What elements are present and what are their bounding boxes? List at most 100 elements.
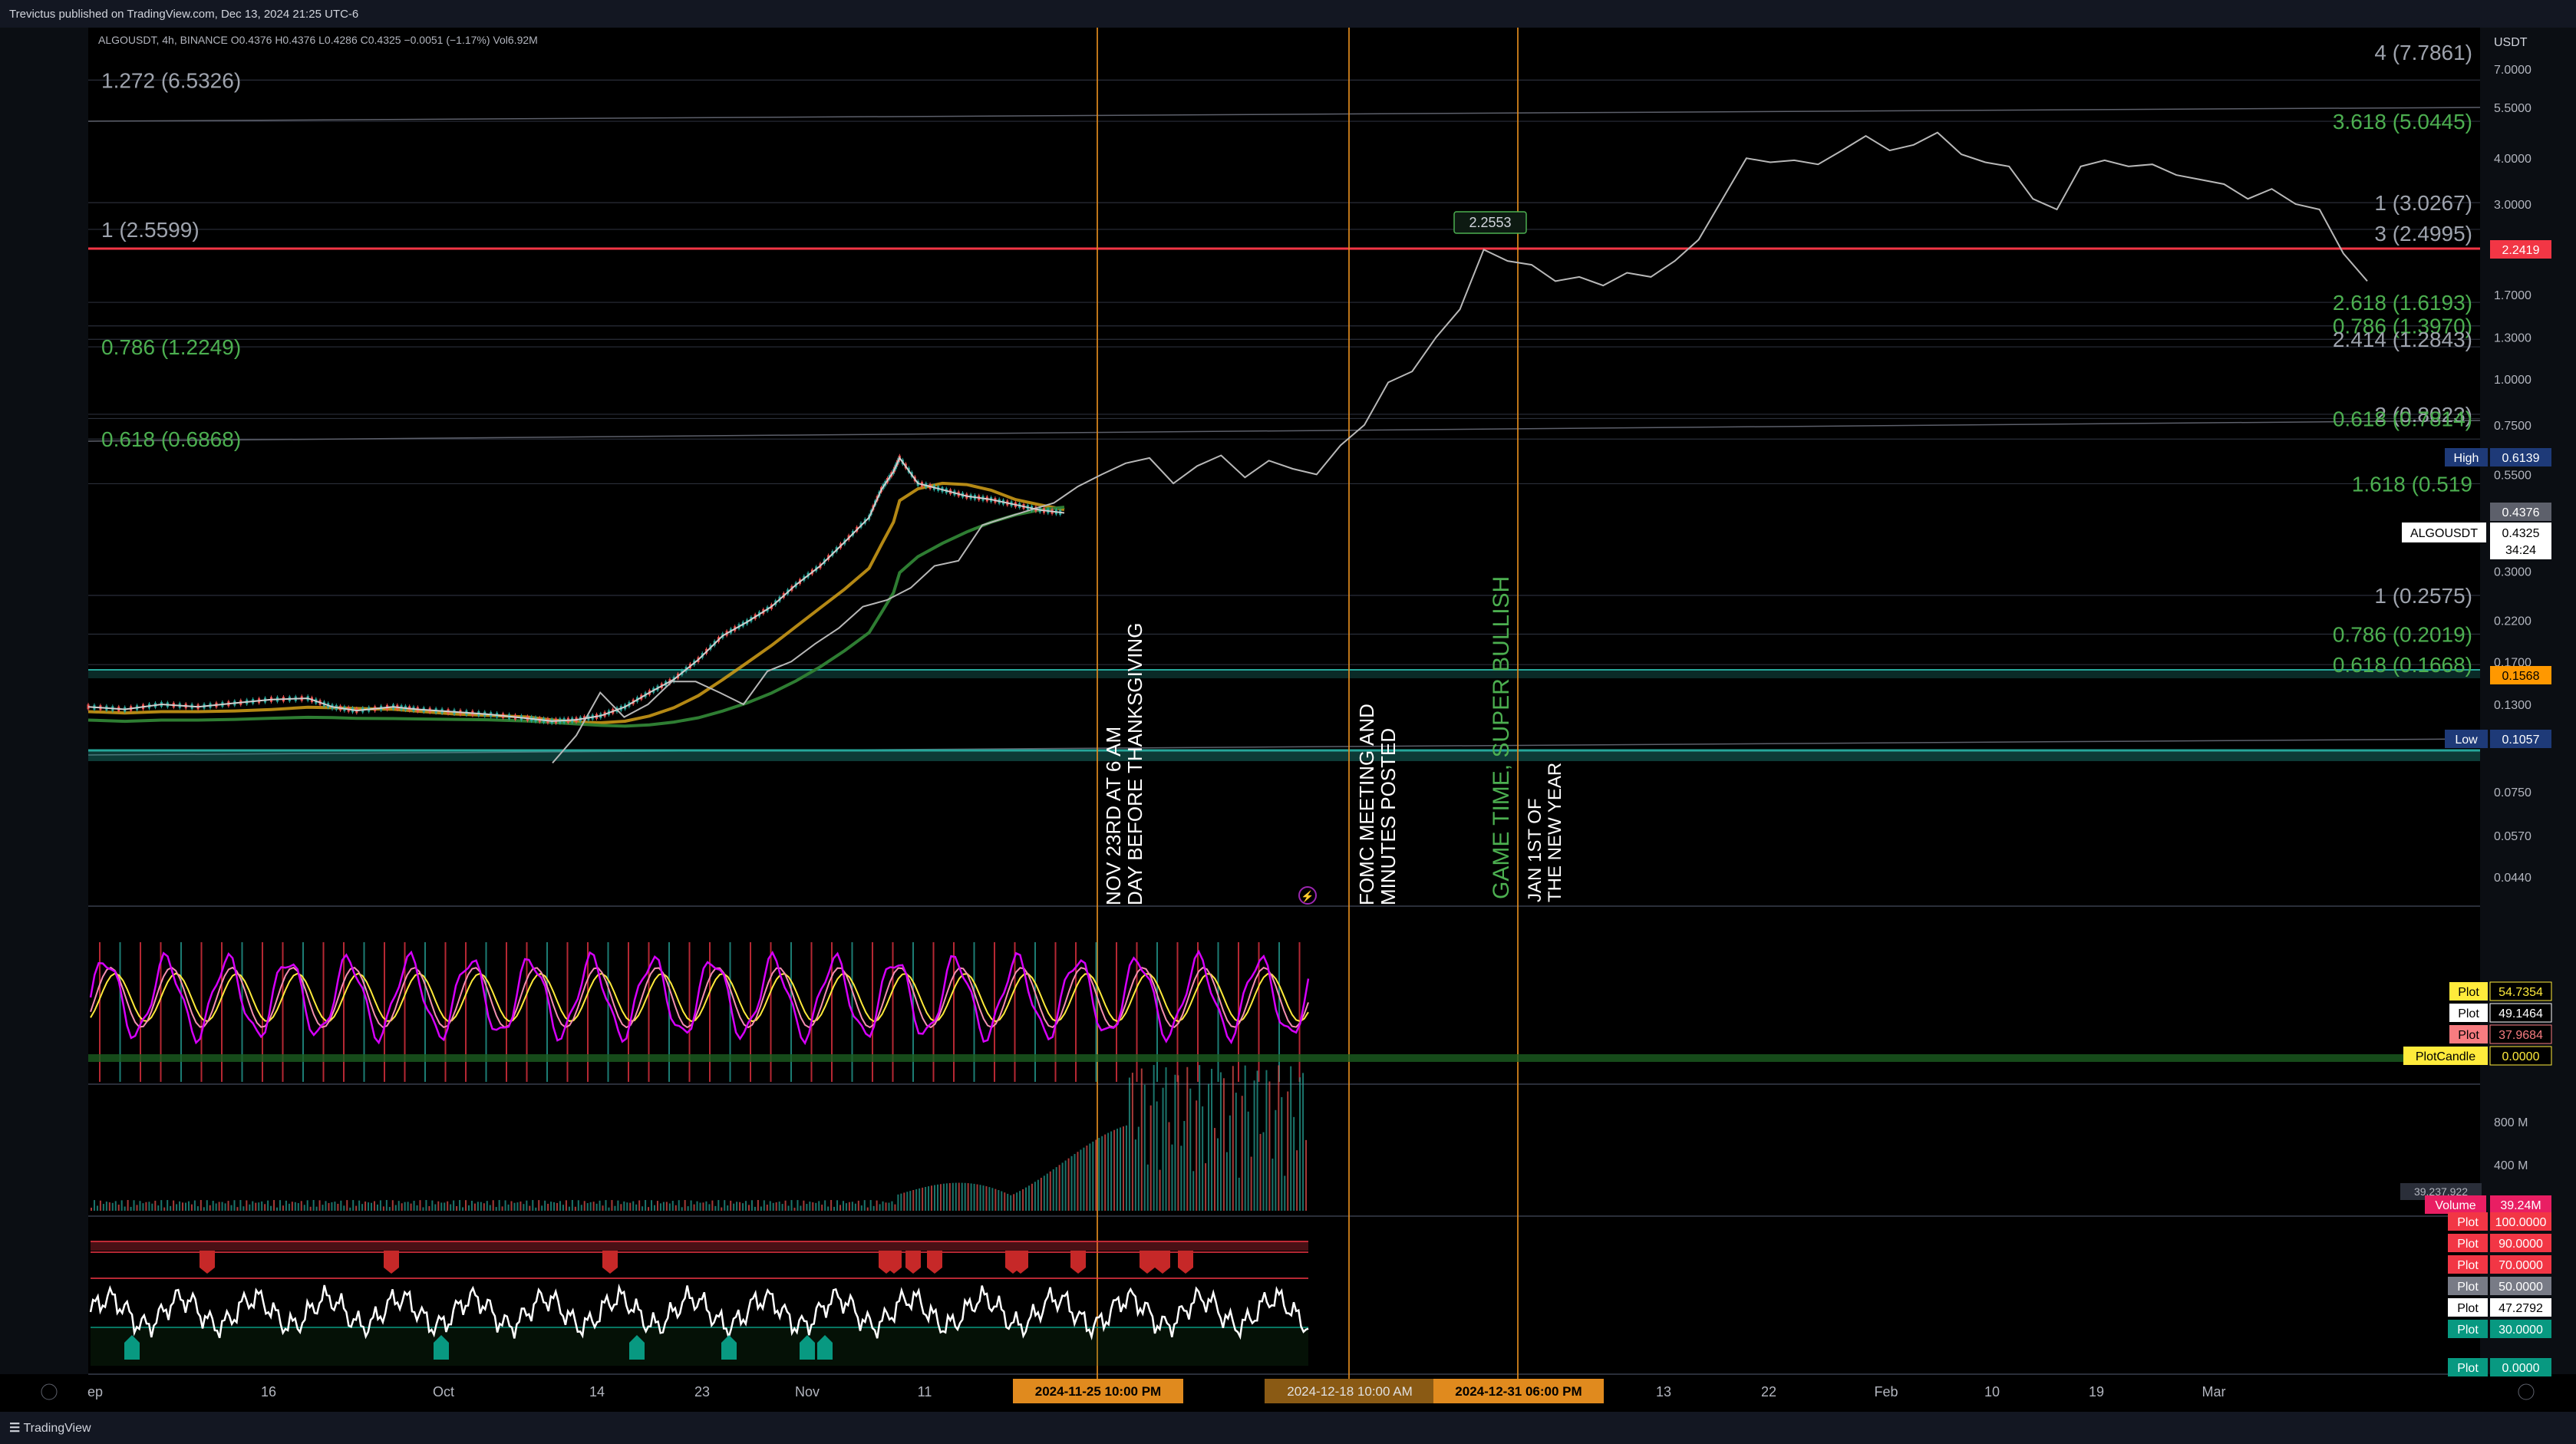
volume-bar	[322, 1205, 324, 1211]
volume-bar	[991, 1188, 994, 1211]
volume-bar	[371, 1202, 373, 1211]
volume-bar	[419, 1200, 421, 1211]
volume-bar	[717, 1200, 720, 1211]
new-year-annotation: JAN 1ST OF THE NEW YEAR	[1525, 763, 1565, 902]
rsi-badge-label: Plot	[2457, 1362, 2479, 1375]
volume-bar	[559, 1201, 561, 1211]
volume-bar	[836, 1200, 839, 1211]
volume-bar	[690, 1200, 692, 1211]
time-highlight-2-text: 2024-12-18 10:00 AM	[1287, 1384, 1413, 1399]
volume-bar	[745, 1201, 747, 1211]
oscillator-axis-badges: Plot 54.7354 Plot 49.1464 Plot 37.9684 PlotCan…	[2403, 981, 2552, 1066]
sell-signal-marker	[1140, 1251, 1155, 1274]
volume-bar	[453, 1200, 455, 1211]
volume-bar	[772, 1202, 774, 1211]
volume-bar	[1247, 1111, 1249, 1211]
volume-bar	[279, 1200, 281, 1211]
auto-scale-icon[interactable]	[2518, 1383, 2535, 1400]
rsi-pane[interactable]	[89, 1241, 1309, 1366]
volume-bar	[656, 1201, 658, 1211]
price-chart[interactable]: ALGOUSDT, 4h, BINANCE O0.4376 H0.4376 L0…	[0, 0, 2576, 1444]
volume-bar	[939, 1184, 942, 1211]
osc-badge-value: 54.7354	[2498, 986, 2543, 999]
fomc-line-1: FOMC MEETING AND	[1355, 704, 1378, 905]
volume-bar	[467, 1205, 470, 1211]
sell-signal-marker	[927, 1251, 942, 1274]
volume-bar	[337, 1203, 339, 1211]
volume-bar	[422, 1207, 424, 1211]
volume-bar	[784, 1200, 787, 1211]
volume-bar	[1064, 1160, 1067, 1211]
volume-bar	[775, 1202, 777, 1211]
volume-bar	[848, 1202, 850, 1211]
volume-bar	[611, 1200, 613, 1211]
timezone-icon[interactable]	[41, 1383, 58, 1400]
time-highlight-3-text: 2024-12-31 06:00 PM	[1455, 1384, 1582, 1399]
osc-badge-label: Plot	[2458, 1007, 2479, 1020]
volume-tick-800m: 800 M	[2494, 1116, 2528, 1129]
sell-signal-marker	[602, 1251, 618, 1274]
volume-bar	[1159, 1169, 1161, 1211]
volume-bar	[477, 1202, 479, 1211]
volume-bar	[133, 1200, 135, 1211]
high-label: High	[2454, 452, 2479, 465]
volume-bar	[985, 1186, 988, 1211]
time-tick: 11	[918, 1384, 932, 1399]
volume-bar	[1229, 1115, 1231, 1211]
volume-bar	[736, 1202, 738, 1211]
volume-bar	[379, 1200, 381, 1211]
volume-bar	[318, 1200, 321, 1211]
volume-bar	[1153, 1065, 1155, 1211]
volume-pane[interactable]	[91, 1065, 1308, 1211]
fomc-annotation: FOMC MEETING AND MINUTES POSTED	[1355, 704, 1400, 905]
volume-bar	[462, 1207, 464, 1211]
overbought-zone	[91, 1241, 1308, 1251]
volume-bar	[592, 1202, 595, 1211]
symbol-price: 0.4325	[2502, 527, 2540, 540]
thanksgiving-line-2: DAY BEFORE THANKSGIVING	[1123, 623, 1146, 905]
volume-bar	[1272, 1159, 1274, 1211]
volume-bar	[821, 1205, 823, 1211]
volume-bar	[303, 1205, 305, 1211]
sell-signal-marker	[1178, 1251, 1193, 1274]
bar-countdown: 34:24	[2505, 544, 2536, 557]
volume-bar	[550, 1202, 552, 1211]
volume-bar	[562, 1205, 564, 1211]
time-tick: 10	[1984, 1384, 2000, 1399]
volume-bar	[285, 1200, 287, 1211]
volume-bar	[1095, 1139, 1097, 1211]
volume-bar	[96, 1205, 98, 1211]
volume-bar	[382, 1206, 384, 1211]
volume-bar	[763, 1200, 765, 1211]
volume-bar	[872, 1205, 875, 1211]
volume-bar	[979, 1185, 981, 1211]
volume-bar	[942, 1183, 945, 1211]
volume-bar	[190, 1204, 193, 1211]
volume-bar	[727, 1205, 729, 1211]
volume-bar	[1216, 1138, 1219, 1211]
volume-bar	[1098, 1138, 1100, 1211]
sell-signal-marker	[905, 1251, 921, 1274]
volume-bar	[988, 1187, 991, 1211]
fib-level-lines	[87, 79, 2481, 756]
volume-bar	[900, 1193, 902, 1211]
volume-bar	[1070, 1156, 1073, 1211]
price-tick: 0.3000	[2494, 565, 2531, 579]
volume-bar	[994, 1188, 997, 1211]
volume-bar	[866, 1207, 869, 1211]
volume-bar	[1174, 1074, 1176, 1211]
currency-label[interactable]: USDT	[2494, 36, 2528, 49]
volume-bar	[945, 1183, 948, 1211]
volume-bar	[1120, 1127, 1122, 1211]
thanksgiving-line-1: NOV 23RD AT 6 AM	[1102, 727, 1125, 905]
volume-bar	[955, 1182, 957, 1211]
price-tick: 0.2200	[2494, 615, 2531, 628]
volume-bar	[215, 1203, 217, 1211]
volume-bar	[1101, 1136, 1103, 1211]
resistance-badge-value: 2.2419	[2502, 244, 2540, 257]
fib-label-right: 3.618 (5.0445)	[2333, 110, 2472, 134]
chart-legend: ALGOUSDT, 4h, BINANCE O0.4376 H0.4376 L0…	[98, 34, 538, 46]
volume-bar	[721, 1207, 723, 1211]
volume-bar	[678, 1200, 680, 1211]
volume-bar	[964, 1182, 966, 1211]
